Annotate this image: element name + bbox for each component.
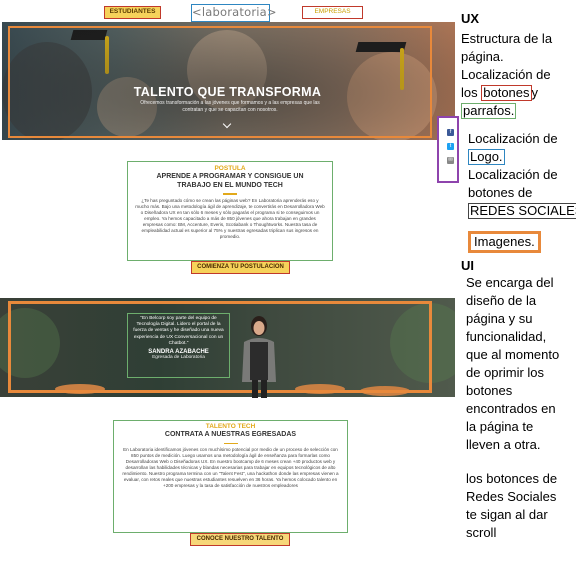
- facebook-icon[interactable]: f: [447, 129, 454, 136]
- testimonial-role: Egresada de Laboratoria: [152, 355, 205, 361]
- ux-note-line: Estructura de la: [461, 31, 553, 46]
- ui-note-line: Se encarga del: [466, 275, 554, 290]
- postula-kicker: POSTULA: [214, 165, 246, 172]
- nav-estudiantes-button[interactable]: ESTUDIANTES: [104, 6, 161, 19]
- talento-paragraph: En Laboratoria identificamos jóvenes con…: [122, 447, 339, 488]
- ui-note-line: que al momento: [466, 347, 560, 362]
- comienza-postulacion-button[interactable]: COMIENZA TU POSTULACION: [191, 261, 290, 274]
- imagenes-label: Imagenes.: [468, 231, 541, 253]
- ui-note-line: lleven a otra.: [466, 437, 541, 452]
- scroll-note-line: scroll: [466, 525, 497, 540]
- botones-label: botones: [481, 85, 532, 101]
- scroll-note-line: los botonces de: [466, 471, 558, 486]
- ui-note-line: encontrados en: [466, 401, 556, 416]
- ui-note-line: página y su: [466, 311, 533, 326]
- ux-note-text: los: [461, 85, 478, 100]
- hero-image-frame: [8, 26, 432, 138]
- postula-heading: APRENDE A PROGRAMAR Y CONSIGUE UN TRABAJ…: [156, 173, 304, 189]
- talento-section: TALENTO TECH CONTRATA A NUESTRAS EGRESAD…: [113, 420, 348, 533]
- postula-section: POSTULA APRENDE A PROGRAMAR Y CONSIGUE U…: [127, 161, 333, 261]
- divider: [223, 442, 238, 444]
- logo-note-line: Logo.: [468, 148, 505, 165]
- talento-kicker: TALENTO TECH: [205, 423, 256, 430]
- divider: [223, 193, 237, 195]
- redes-note-line: REDES SOCIALES: [468, 202, 576, 219]
- ui-title: UI: [461, 258, 474, 273]
- ui-note-line: funcionalidad,: [466, 329, 547, 344]
- redes-sociales-label: REDES SOCIALES: [468, 203, 576, 219]
- scroll-note-line: Redes Sociales: [466, 489, 557, 504]
- logo-note-line: Localización de: [468, 131, 558, 146]
- speaker-photo: [242, 316, 276, 398]
- testimonial-quote: "En Belcorp soy parte del equipo de Tecn…: [133, 316, 224, 346]
- redes-note-line: Localización de: [468, 167, 558, 182]
- social-sidebar: f t ✉: [437, 116, 459, 183]
- ui-note-line: la página te: [466, 419, 534, 434]
- laboratoria-logo[interactable]: <laboratoria>: [191, 4, 277, 22]
- page-mockup: ESTUDIANTES <laboratoria> EMPRESAS TALEN…: [0, 0, 455, 569]
- redes-note-line: botones de: [468, 185, 533, 200]
- conoce-talento-button[interactable]: CONOCE NUESTRO TALENTO: [190, 533, 290, 546]
- ux-note-line: página.: [461, 49, 504, 64]
- ux-note-text: y: [531, 85, 539, 100]
- postula-paragraph: ¿Te has preguntado cómo se crean las pág…: [135, 197, 325, 239]
- testimonial-text-box: "En Belcorp soy parte del equipo de Tecn…: [127, 313, 230, 378]
- ui-note-line: botones: [466, 383, 513, 398]
- ux-title: UX: [461, 11, 480, 26]
- scroll-note-line: te sigan al dar: [466, 507, 548, 522]
- hero-title: TALENTO QUE TRANSFORMA: [133, 85, 322, 99]
- talento-heading: CONTRATA A NUESTRAS EGRESADAS: [164, 431, 297, 438]
- ui-note-line: de oprimir los: [466, 365, 545, 380]
- logo-label: Logo.: [468, 149, 505, 165]
- imagenes-note-line: Imagenes.: [468, 231, 541, 253]
- ui-note-line: diseño de la: [466, 293, 537, 308]
- ux-note-line: parrafos.: [461, 102, 517, 119]
- nav-empresas-button[interactable]: EMPRESAS: [302, 6, 363, 19]
- hero-subtitle: Ofrecemos transformación a las jóvenes q…: [140, 100, 320, 113]
- parrafos-label: parrafos.: [461, 103, 517, 119]
- ux-note-line: los botones y: [461, 84, 538, 101]
- twitter-icon[interactable]: t: [447, 143, 454, 150]
- ux-note-line: Localización de: [461, 67, 551, 82]
- mail-icon[interactable]: ✉: [447, 157, 454, 164]
